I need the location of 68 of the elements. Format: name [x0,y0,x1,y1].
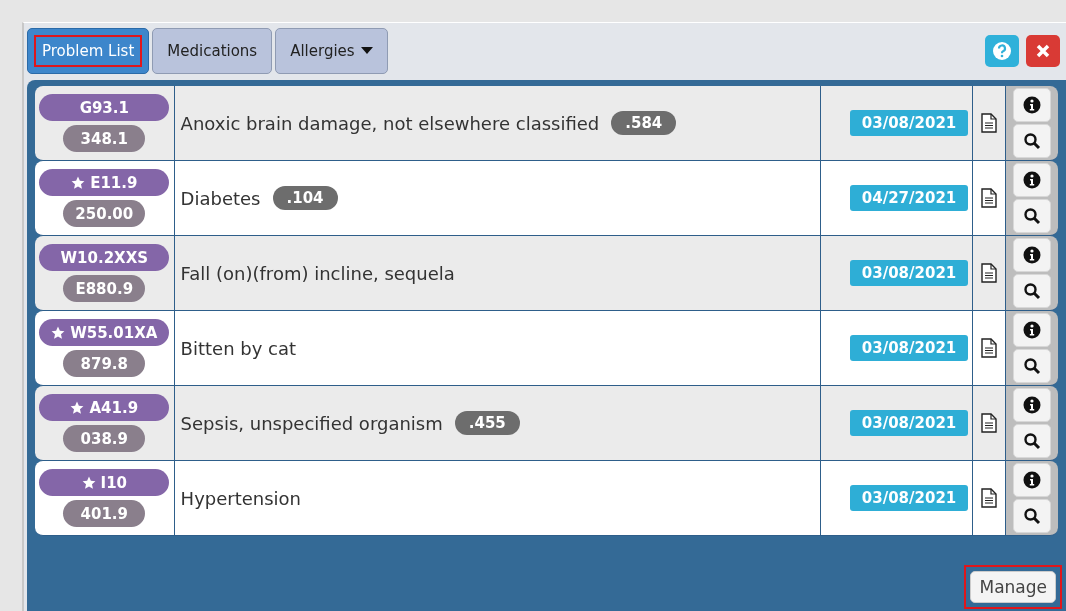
info-icon [1023,396,1042,414]
code-badge: W55.01XA [39,319,170,346]
search-button[interactable] [1013,274,1052,308]
code-badge: G93.1 [39,94,170,121]
info-icon [1023,321,1042,339]
info-button[interactable] [1013,88,1052,122]
code-badge: W10.2XXS [39,244,170,271]
code-badge: A41.9 [39,394,170,421]
info-button[interactable] [1013,388,1052,422]
info-icon [1023,171,1042,189]
manage-button[interactable]: Manage [970,571,1056,603]
star-icon [51,325,66,340]
search-icon [1023,357,1042,375]
document-icon[interactable] [981,413,998,433]
document-icon[interactable] [981,488,998,508]
search-button[interactable] [1013,349,1052,383]
tab[interactable]: Allergies [275,28,388,74]
search-icon [1023,282,1042,300]
score-badge: .584 [611,111,677,135]
problem-description: Sepsis, unspecified organism [180,412,443,434]
star-icon [70,400,85,415]
search-button[interactable] [1013,499,1052,533]
info-icon [1023,471,1042,489]
document-icon[interactable] [981,188,998,208]
search-button[interactable] [1013,124,1052,158]
search-icon [1023,507,1042,525]
tab[interactable]: Problem List [27,28,150,74]
problem-description: Diabetes [180,187,261,209]
info-button[interactable] [1013,313,1052,347]
legacy-code-badge: 401.9 [63,500,146,527]
document-icon[interactable] [981,113,998,133]
score-badge: .455 [454,411,520,435]
code-badge: E11.9 [39,169,170,196]
date-badge: 03/08/2021 [849,410,969,436]
date-badge: 04/27/2021 [849,185,969,211]
document-icon[interactable] [981,263,998,283]
problem-description: Hypertension [180,487,302,509]
legacy-code-badge: 879.8 [63,350,146,377]
date-badge: 03/08/2021 [849,485,969,511]
help-icon [992,41,1012,61]
problem-description: Fall (on)(from) incline, sequela [180,262,455,284]
star-icon [81,475,96,490]
score-badge: .104 [272,186,338,210]
legacy-code-badge: 250.00 [63,200,146,227]
search-button[interactable] [1013,424,1052,458]
star-icon [71,175,86,190]
info-button[interactable] [1013,163,1052,197]
tab[interactable]: Medications [152,28,273,74]
date-badge: 03/08/2021 [849,335,969,361]
info-icon [1023,96,1042,114]
info-button[interactable] [1013,238,1052,272]
search-icon [1023,432,1042,450]
search-button[interactable] [1013,199,1052,233]
close-button[interactable] [1026,35,1060,67]
legacy-code-badge: E880.9 [63,275,146,302]
info-icon [1023,246,1042,264]
info-button[interactable] [1013,463,1052,497]
code-badge: I10 [39,469,170,496]
problem-description: Bitten by cat [180,337,297,359]
legacy-code-badge: 348.1 [63,125,146,152]
problem-description: Anoxic brain damage, not elsewhere classified [180,112,600,134]
close-icon [1035,43,1051,59]
search-icon [1023,132,1042,150]
date-badge: 03/08/2021 [849,110,969,136]
date-badge: 03/08/2021 [849,260,969,286]
search-icon [1023,207,1042,225]
legacy-code-badge: 038.9 [63,425,146,452]
document-icon[interactable] [981,338,998,358]
